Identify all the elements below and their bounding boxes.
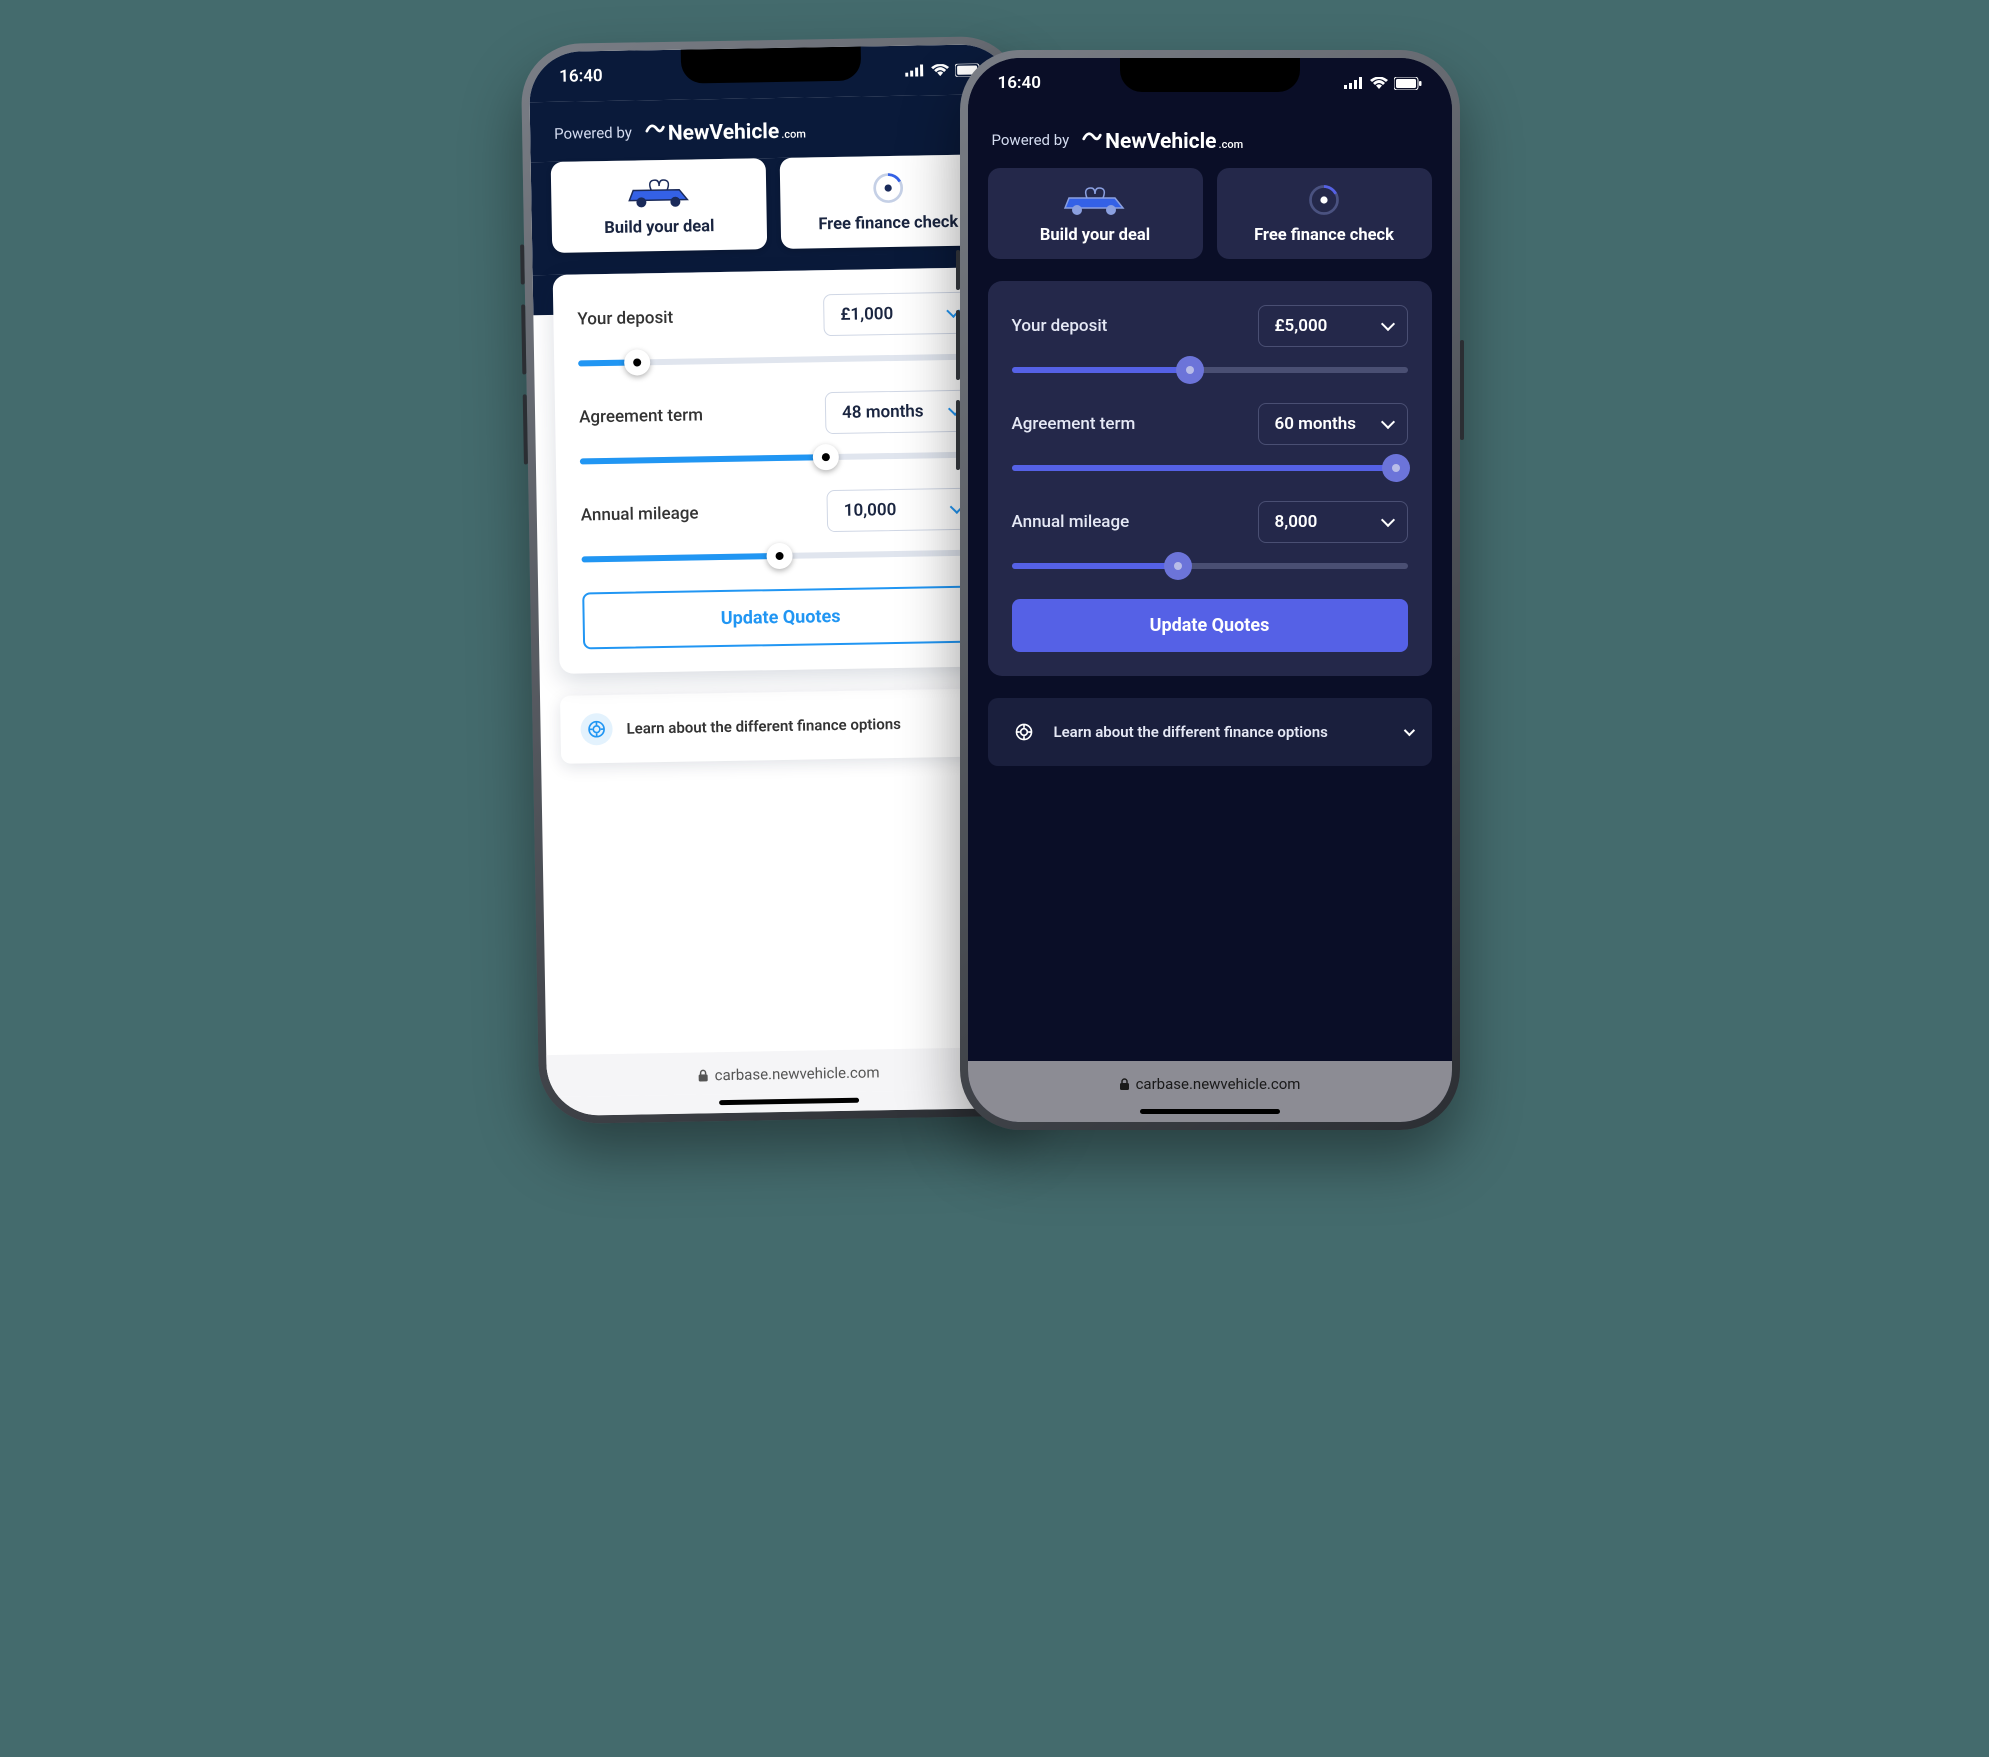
mileage-select[interactable]: 10,000 bbox=[826, 488, 977, 533]
powered-by-label: Powered by bbox=[992, 131, 1070, 149]
logo-mark-icon bbox=[643, 118, 665, 140]
tab-label: Free finance check bbox=[818, 213, 958, 234]
term-select[interactable]: 60 months bbox=[1258, 403, 1408, 445]
tab-build-your-deal[interactable]: Build your deal bbox=[988, 168, 1203, 259]
url-text: carbase.newvehicle.com bbox=[1136, 1075, 1301, 1093]
slider-thumb[interactable] bbox=[624, 349, 650, 375]
term-slider[interactable] bbox=[1012, 465, 1408, 471]
notch bbox=[1120, 58, 1300, 92]
wifi-icon bbox=[931, 64, 949, 76]
quote-builder-card: Your deposit £1,000 Agreement term 48 mo… bbox=[552, 267, 1003, 674]
mileage-slider[interactable] bbox=[581, 550, 977, 563]
update-quotes-button[interactable]: Update Quotes bbox=[1012, 599, 1408, 652]
mileage-select[interactable]: 8,000 bbox=[1258, 501, 1408, 543]
slider-thumb[interactable] bbox=[1382, 454, 1410, 482]
volume-down-button bbox=[522, 394, 527, 464]
deposit-select[interactable]: £1,000 bbox=[823, 292, 974, 337]
deposit-slider[interactable] bbox=[578, 354, 974, 367]
notch bbox=[680, 47, 861, 84]
deposit-label: Your deposit bbox=[577, 308, 673, 330]
mute-switch bbox=[520, 244, 525, 284]
car-gift-icon bbox=[618, 173, 699, 210]
signal-icon bbox=[1344, 77, 1364, 89]
logo-mark-icon bbox=[1081, 126, 1103, 148]
lock-icon bbox=[1119, 1078, 1130, 1091]
powered-by-label: Powered by bbox=[554, 124, 632, 143]
tab-label: Build your deal bbox=[1040, 226, 1150, 245]
tab-free-finance-check[interactable]: Free finance check bbox=[1217, 168, 1432, 259]
deposit-slider[interactable] bbox=[1012, 367, 1408, 373]
learn-label: Learn about the different finance option… bbox=[1054, 723, 1328, 741]
update-quotes-button[interactable]: Update Quotes bbox=[582, 586, 979, 650]
battery-icon bbox=[1394, 77, 1422, 90]
volume-down-button bbox=[956, 400, 960, 470]
volume-up-button bbox=[521, 304, 526, 374]
mileage-slider[interactable] bbox=[1012, 563, 1408, 569]
lifebuoy-icon bbox=[580, 713, 613, 746]
mileage-label: Annual mileage bbox=[580, 503, 698, 525]
term-label: Agreement term bbox=[1012, 414, 1136, 434]
browser-url-bar[interactable]: carbase.newvehicle.com bbox=[968, 1061, 1452, 1103]
slider-thumb[interactable] bbox=[766, 543, 792, 569]
slider-thumb[interactable] bbox=[1176, 356, 1204, 384]
phone-dark-mockup: 16:40 Powered by NewVehicle.com Build yo… bbox=[960, 50, 1460, 1130]
slider-thumb[interactable] bbox=[812, 444, 838, 470]
term-slider[interactable] bbox=[579, 452, 975, 465]
term-label: Agreement term bbox=[578, 405, 702, 427]
brand-logo: NewVehicle.com bbox=[1081, 126, 1243, 154]
home-indicator bbox=[1140, 1109, 1280, 1114]
lifebuoy-icon bbox=[1008, 716, 1040, 748]
term-select[interactable]: 48 months bbox=[824, 390, 975, 435]
chevron-down-icon bbox=[1403, 725, 1414, 736]
deposit-label: Your deposit bbox=[1012, 316, 1108, 336]
learn-finance-options[interactable]: Learn about the different finance option… bbox=[559, 688, 1004, 764]
learn-finance-options[interactable]: Learn about the different finance option… bbox=[988, 698, 1432, 766]
wifi-icon bbox=[1370, 77, 1388, 89]
lock-icon bbox=[697, 1069, 708, 1082]
tab-label: Free finance check bbox=[1254, 226, 1394, 245]
signal-icon bbox=[905, 64, 925, 76]
tab-build-your-deal[interactable]: Build your deal bbox=[550, 158, 767, 253]
gauge-icon bbox=[1304, 182, 1344, 218]
brand-logo: NewVehicle.com bbox=[643, 115, 805, 146]
tab-label: Build your deal bbox=[604, 217, 715, 238]
status-time: 16:40 bbox=[559, 66, 603, 87]
brand-header: Powered by NewVehicle.com bbox=[529, 94, 1014, 162]
volume-up-button bbox=[956, 310, 960, 380]
gauge-icon bbox=[867, 170, 908, 207]
brand-header: Powered by NewVehicle.com bbox=[968, 108, 1452, 168]
mute-switch bbox=[956, 250, 960, 290]
power-button bbox=[1460, 340, 1464, 440]
mileage-label: Annual mileage bbox=[1012, 512, 1130, 532]
car-gift-icon bbox=[1055, 182, 1135, 218]
quote-builder-card: Your deposit £5,000 Agreement term 60 mo… bbox=[988, 281, 1432, 676]
slider-thumb[interactable] bbox=[1164, 552, 1192, 580]
url-text: carbase.newvehicle.com bbox=[714, 1063, 879, 1084]
deposit-select[interactable]: £5,000 bbox=[1258, 305, 1408, 347]
status-time: 16:40 bbox=[998, 73, 1041, 93]
home-indicator bbox=[719, 1098, 859, 1105]
learn-label: Learn about the different finance option… bbox=[626, 715, 901, 738]
